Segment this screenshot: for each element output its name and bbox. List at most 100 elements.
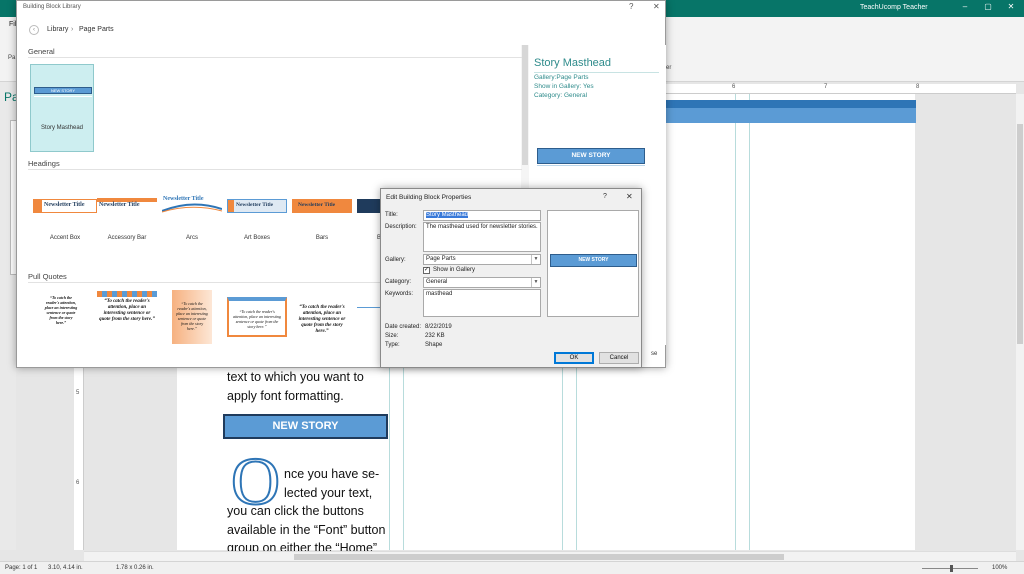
thumb-text: Newsletter Title [99,202,140,208]
gallery-select[interactable]: Page Parts ▼ [423,254,541,265]
quote-text: “To catch the reader's attention, place … [298,305,346,334]
dialog-title: Edit Building Block Properties [386,194,472,201]
text-line: you can click the buttons [227,504,364,518]
thumb-text: Newsletter Title [236,202,274,208]
zoom-level[interactable]: 100% [992,565,1007,571]
quote-border [97,291,157,297]
scroll-thumb[interactable] [522,45,528,165]
horizontal-ruler: 6 7 8 [666,84,1016,94]
keywords-field[interactable]: masthead [423,289,541,317]
show-in-gallery-label[interactable]: Show in Gallery [433,267,475,273]
breadcrumb-page-parts: Page Parts [79,26,114,33]
gallery-item-art-boxes[interactable]: Newsletter Title Art Boxes [225,195,289,245]
scroll-thumb[interactable] [294,554,784,560]
section-divider [28,57,522,58]
new-story-banner[interactable]: NEW STORY [223,414,388,439]
vertical-ruler: 5 6 [74,360,84,550]
thumb-banner: NEW STORY [34,87,92,94]
close-window-button[interactable]: ✕ [1001,2,1021,14]
section-pull-quotes: Pull Quotes [28,272,67,281]
gallery-item-partial[interactable]: B [355,195,381,245]
gallery-item-arcs[interactable]: Newsletter Title Arcs [160,195,224,245]
scroll-thumb[interactable] [1017,124,1023,344]
page-masthead-bar[interactable] [666,100,916,123]
ribbon-fragment-left[interactable]: Pa [8,55,15,61]
gallery-item-pull-quote[interactable] [355,287,381,347]
section-headings: Headings [28,159,60,168]
minimize-button[interactable]: – [955,2,975,14]
thumb-line [34,96,92,97]
gallery-item-pull-quote[interactable]: “To catch the reader's attention, place … [95,287,159,347]
object-position[interactable]: 3.10, 4.14 in. [48,565,83,571]
back-icon[interactable]: ‹ [29,25,39,35]
chevron-down-icon[interactable]: ▼ [531,255,540,264]
accent-block [34,200,42,212]
preview-divider [534,72,659,73]
thumb-text: Newsletter Title [163,196,204,202]
cancel-button[interactable]: Cancel [599,352,639,364]
gallery-item-pull-quote[interactable]: “To catch the reader's attention, place … [30,287,92,347]
quote-text: “To catch the reader's attention, place … [44,295,78,325]
type-value: Shape [425,342,443,348]
text-line: available in the “Font” button [227,522,386,537]
gallery-item-label: Arcs [186,235,198,241]
accent-block [228,200,234,212]
text-line: nce you have se- [284,467,380,481]
section-general: General [28,47,55,56]
thumb-text: Newsletter Title [298,202,336,208]
help-button[interactable]: ? [603,193,607,200]
ruler-number: 8 [916,84,920,90]
gallery-item-pull-quote[interactable]: “To catch the reader's attention, place … [225,287,289,347]
quote-text: “To catch the reader's attention, place … [99,299,155,322]
category-value: General [426,279,448,285]
preview-banner: NEW STORY [537,148,645,164]
chevron-down-icon[interactable]: ▼ [531,278,540,287]
gallery-item-story-masthead[interactable]: NEW STORY Story Masthead [30,64,94,152]
gallery-item-accessory-bar[interactable]: Newsletter Title Accessory Bar [95,195,159,245]
ribbon-fragment-right[interactable]: er [666,65,671,71]
description-field[interactable]: The masthead used for newsletter stories… [423,222,541,252]
title-value: Story Masthead [426,212,469,218]
keywords-label: Keywords: [385,291,414,297]
heading-thumb: Newsletter Title [227,199,287,213]
vertical-scrollbar[interactable] [1016,94,1024,550]
ok-button[interactable]: OK [554,352,594,364]
gallery-label: Gallery: [385,257,406,263]
preview-banner: NEW STORY [550,254,637,267]
preview-category: Category: General [534,92,588,99]
quote-text: “To catch the reader's attention, place … [176,301,208,331]
horizontal-scrollbar[interactable] [84,551,1016,561]
arc-graphic [162,203,222,213]
story-text-top[interactable]: text to which you want to apply font for… [227,368,392,405]
properties-preview: NEW STORY [547,210,639,317]
user-name[interactable]: TeachUcomp Teacher [860,4,928,11]
gallery-item-bars[interactable]: Newsletter Title Bars [290,195,354,245]
object-size[interactable]: 1.78 x 0.26 in. [116,565,154,571]
zoom-slider-handle[interactable] [950,565,953,572]
gallery-item-label: Accent Box [49,235,81,241]
gallery-item-pull-quote[interactable]: “To catch the reader's attention, place … [290,287,354,347]
breadcrumb-library[interactable]: Library [47,26,68,33]
ruler-number: 6 [732,84,736,90]
info-label: Type: [385,342,400,348]
close-icon[interactable]: ✕ [626,192,633,201]
preview-gallery: Gallery:Page Parts [534,74,589,81]
story-text-bottom[interactable]: nce you have se- lected your text, you c… [227,465,392,558]
dialog-title: Building Block Library [23,4,81,10]
heading-thumb: Newsletter Title [292,199,352,213]
column-guide [735,94,736,550]
gallery-item-pull-quote[interactable]: “To catch the reader's attention, place … [160,287,224,347]
close-icon[interactable]: ✕ [653,2,660,11]
heading-thumb [357,199,381,213]
title-label: Title: [385,212,398,218]
library-close-button[interactable]: se [651,351,665,363]
restore-button[interactable]: ▢ [978,2,998,14]
text-line: text to which you want to [227,370,364,384]
gallery-item-accent-box[interactable]: Newsletter Title Accent Box [30,195,100,245]
title-field[interactable]: Story Masthead [423,210,541,221]
page-indicator[interactable]: Page: 1 of 1 [5,565,37,571]
ruler-number: 5 [76,390,80,396]
show-in-gallery-checkbox[interactable]: ✓ [423,267,430,274]
help-button[interactable]: ? [629,2,633,11]
category-select[interactable]: General ▼ [423,277,541,288]
